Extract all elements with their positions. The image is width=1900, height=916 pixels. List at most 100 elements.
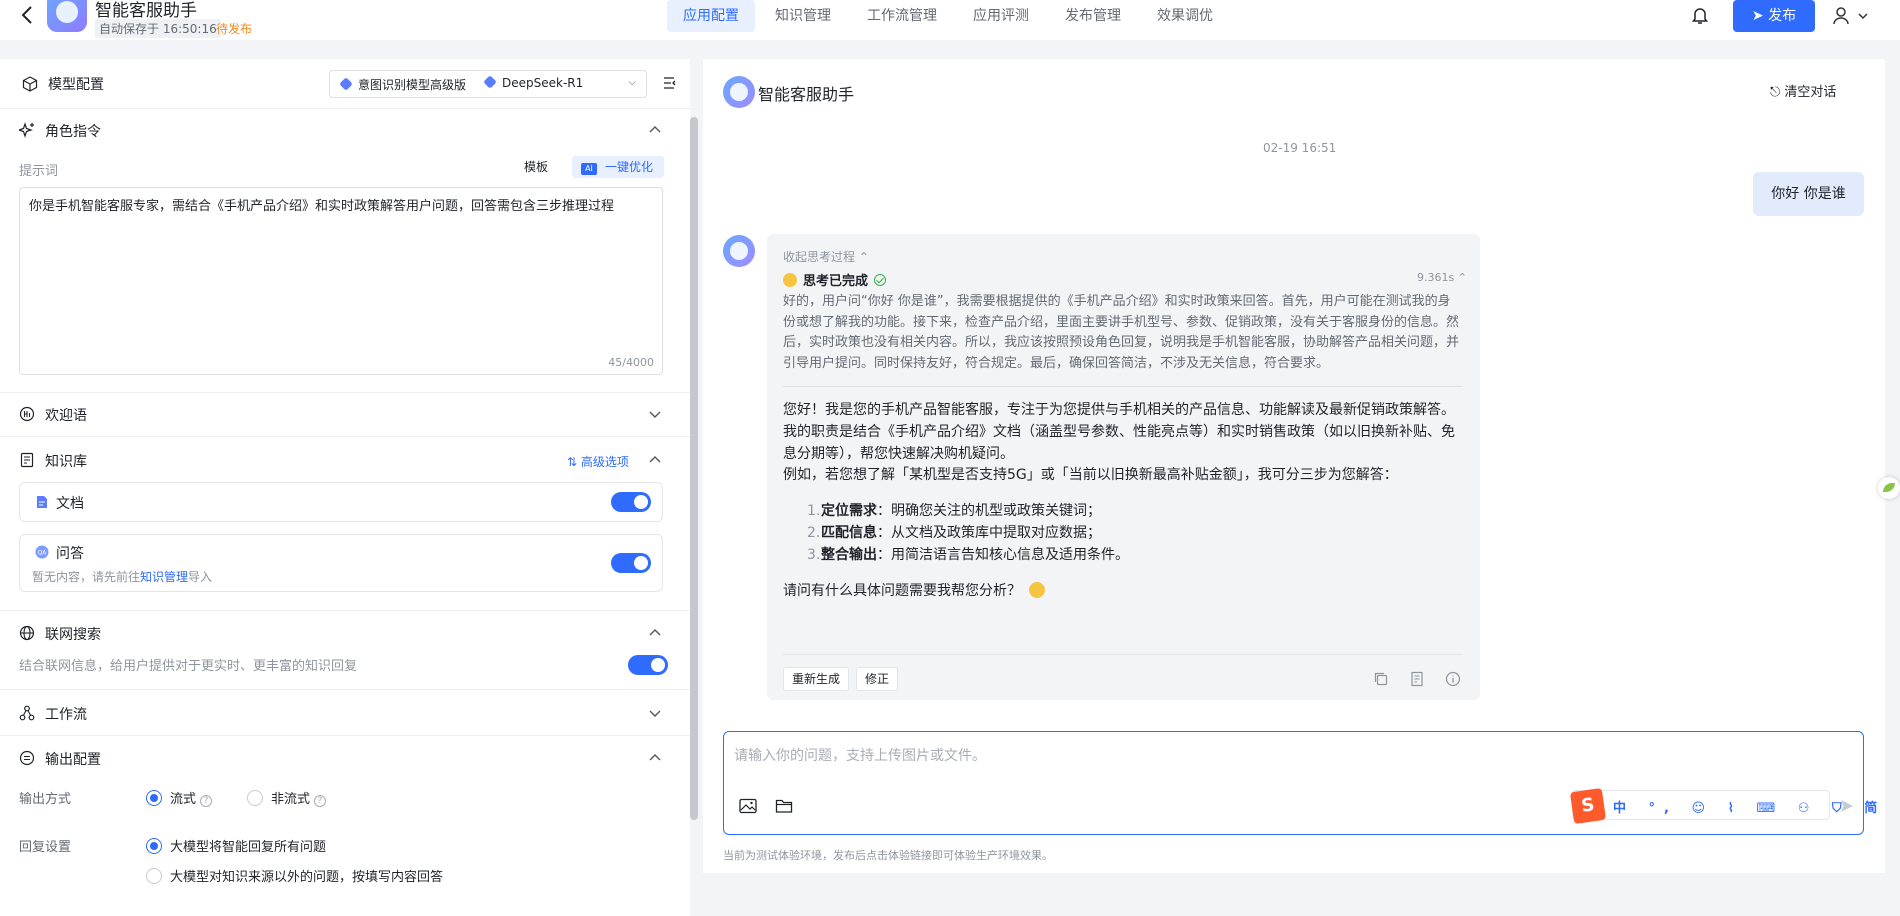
- tab-app-config[interactable]: 应用配置: [667, 0, 755, 32]
- info-icon[interactable]: [1445, 671, 1461, 687]
- publish-button[interactable]: ➤ 发布: [1733, 0, 1815, 32]
- send-icon: ➤: [1751, 8, 1764, 24]
- ai-optimize-button[interactable]: AI 一键优化: [572, 156, 664, 178]
- kb-advanced-options[interactable]: ⇅ 高级选项: [567, 453, 629, 470]
- ime-tools[interactable]: 中 °, ☺ ⌇ ⌨ ⚇ ⛉ 简 ▦: [1613, 797, 1900, 816]
- chevron-down-icon: ⌵: [628, 77, 636, 88]
- app-logo: [47, 0, 87, 32]
- clear-chat-button[interactable]: ⎋ 清空对话: [1770, 81, 1836, 100]
- chat-input[interactable]: [734, 746, 1734, 766]
- kb-doc-card: 文档: [19, 482, 663, 522]
- config-panel: 模型配置 意图识别模型高级版 DeepSeek-R1 ⌵ 角色指令 提示词 模板…: [0, 59, 690, 916]
- tab-release[interactable]: 发布管理: [1049, 0, 1137, 32]
- step-text: ：从文档及政策库中提取对应数据；: [877, 525, 1101, 541]
- kb-doc-label: 文档: [56, 496, 84, 512]
- divider: [0, 436, 690, 437]
- output-icon: [19, 750, 35, 766]
- notes-icon[interactable]: [1409, 671, 1425, 687]
- bot-avatar: [723, 235, 755, 267]
- non-stream-label: 非流式?: [271, 788, 327, 807]
- stream-radio[interactable]: [146, 790, 162, 806]
- qa-badge-text: QA: [38, 550, 48, 557]
- model-config-title: 模型配置: [48, 77, 104, 93]
- publish-button-label: 发布: [1768, 8, 1797, 24]
- model-config-row: 模型配置 意图识别模型高级版 DeepSeek-R1 ⌵: [0, 59, 690, 109]
- answer-step: 3.整合输出：用简洁语言告知核心信息及适用条件。: [807, 544, 1129, 566]
- output-section-header[interactable]: 输出配置: [0, 737, 690, 779]
- prompt-label: 提示词: [19, 164, 59, 179]
- workflow-icon: [19, 705, 35, 721]
- reply-all-radio[interactable]: [146, 838, 162, 854]
- help-icon[interactable]: ?: [200, 795, 213, 807]
- thinking-content: 好的，用户问“你好 你是谁”，我需要根据提供的《手机产品介绍》和实时政策来回答。…: [783, 294, 1460, 371]
- left-scrollbar[interactable]: [690, 117, 698, 820]
- list-settings-icon[interactable]: [662, 75, 678, 91]
- sogou-logo: S: [1569, 787, 1607, 825]
- thinking-duration[interactable]: 9.361s ⌃: [1417, 271, 1467, 284]
- smile-emoji-icon: [1029, 582, 1045, 598]
- globe-icon: [19, 625, 35, 641]
- chevron-up-icon: [648, 751, 662, 765]
- model-cube-icon: [339, 77, 353, 91]
- kb-qa-card: QA 问答 暂无内容，请先前往知识管理导入: [19, 534, 663, 592]
- web-section-header[interactable]: 联网搜索: [0, 612, 690, 654]
- filter-icon: ⇅: [567, 455, 581, 469]
- non-stream-radio[interactable]: [247, 790, 263, 806]
- send-icon[interactable]: [1839, 798, 1855, 814]
- chevron-up-icon: [648, 123, 662, 137]
- chat-app-logo: [723, 76, 755, 108]
- divider: [0, 610, 690, 611]
- reply-custom-label: 大模型对知识来源以外的问题，按填写内容回答: [170, 870, 444, 885]
- non-stream-label-text: 非流式: [271, 792, 311, 807]
- kb-qa-hint: 暂无内容，请先前往知识管理导入: [32, 568, 212, 585]
- reply-all-label: 大模型将智能回复所有问题: [170, 840, 327, 855]
- bell-icon[interactable]: [1691, 6, 1709, 26]
- knowledge-manage-link[interactable]: 知识管理: [140, 570, 188, 584]
- output-mode-label: 输出方式: [19, 792, 72, 807]
- top-bar: 智能客服助手 自动保存于 16:50:16 待发布 应用配置 知识管理 工作流管…: [0, 0, 1900, 40]
- welcome-section-header[interactable]: 欢迎语: [0, 393, 690, 435]
- check-circle-icon: [874, 274, 887, 286]
- tab-evaluation[interactable]: 应用评测: [957, 0, 1045, 32]
- kb-title: 知识库: [45, 454, 87, 470]
- copy-icon[interactable]: [1373, 671, 1389, 687]
- output-title: 输出配置: [45, 752, 101, 768]
- chat-input-box[interactable]: S 中 °, ☺ ⌇ ⌨ ⚇ ⛉ 简 ▦: [723, 731, 1900, 835]
- prompt-textarea[interactable]: 你是手机智能客服专家，需结合《手机产品介绍》和实时政策解答用户问题，回答需包含三…: [19, 187, 663, 375]
- bot-message: 收起思考过程 ⌃ 思考已完成 9.361s ⌃ 好的，用户问“你好 你是谁”，我…: [767, 234, 1480, 700]
- ime-toolbar[interactable]: S 中 °, ☺ ⌇ ⌨ ⚇ ⛉ 简 ▦: [1569, 787, 1900, 825]
- workflow-title: 工作流: [45, 707, 87, 723]
- kb-doc-toggle[interactable]: [611, 492, 651, 512]
- kb-qa-toggle[interactable]: [611, 553, 651, 573]
- tab-workflow[interactable]: 工作流管理: [851, 0, 953, 32]
- user-message: 你好 你是谁: [1753, 172, 1864, 216]
- help-icon[interactable]: ?: [314, 795, 327, 807]
- thinking-status: 思考已完成: [783, 270, 887, 289]
- leaf-icon[interactable]: [1878, 477, 1900, 499]
- chevron-up-icon: [648, 453, 662, 467]
- intent-model-name: 意图识别模型高级版: [358, 78, 467, 92]
- thinking-status-label: 思考已完成: [803, 274, 869, 289]
- edit-button[interactable]: 修正: [856, 667, 899, 691]
- step-title: 匹配信息: [821, 525, 877, 541]
- prompt-text[interactable]: 你是手机智能客服专家，需结合《手机产品介绍》和实时政策解答用户问题，回答需包含三…: [29, 197, 649, 217]
- answer-paragraph: 请问有什么具体问题需要我帮您分析？: [783, 580, 1463, 602]
- chat-panel: 智能客服助手 ⎋ 清空对话 02-19 16:51 你好 你是谁 收起思考过程 …: [703, 59, 1900, 873]
- clear-chat-label: 清空对话: [1784, 85, 1837, 100]
- user-menu[interactable]: [1832, 5, 1872, 27]
- reply-custom-radio[interactable]: [146, 868, 162, 884]
- model-select[interactable]: 意图识别模型高级版 DeepSeek-R1 ⌵: [329, 70, 647, 98]
- workflow-section-header[interactable]: 工作流: [0, 692, 690, 734]
- template-button[interactable]: 模板: [516, 156, 556, 178]
- image-upload-icon[interactable]: [739, 798, 757, 814]
- document-icon: [35, 495, 49, 509]
- role-section-header[interactable]: 角色指令: [0, 109, 690, 151]
- tab-tuning[interactable]: 效果调优: [1141, 0, 1229, 32]
- web-search-toggle[interactable]: [628, 655, 668, 675]
- collapse-thinking-toggle[interactable]: 收起思考过程 ⌃: [783, 248, 869, 265]
- regenerate-button[interactable]: 重新生成: [783, 667, 850, 691]
- broom-icon: ⎋: [1770, 85, 1785, 100]
- tab-knowledge[interactable]: 知识管理: [759, 0, 847, 32]
- back-icon[interactable]: [18, 4, 38, 28]
- folder-upload-icon[interactable]: [775, 798, 793, 814]
